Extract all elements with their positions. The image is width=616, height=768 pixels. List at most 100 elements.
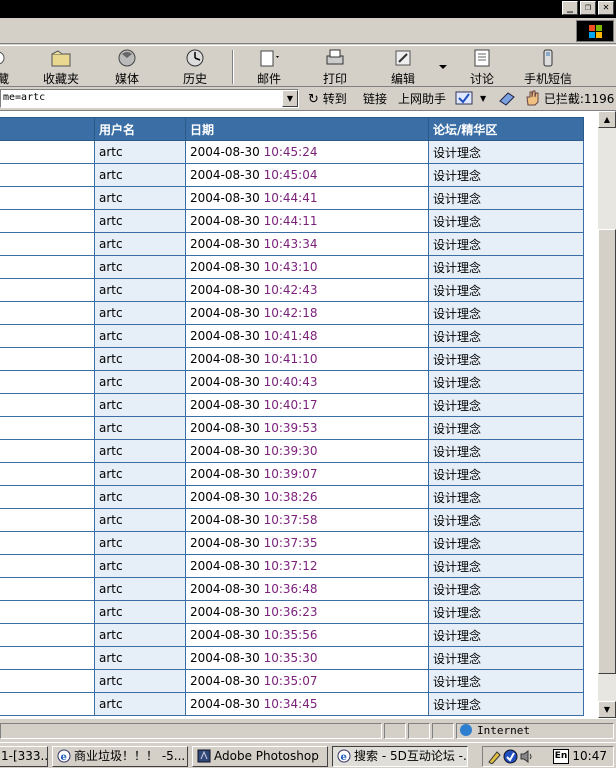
title-cell[interactable]	[0, 508, 95, 532]
time-part: 10:45:24	[263, 145, 318, 159]
column-header-user[interactable]: 用户名	[94, 117, 186, 141]
scroll-down-button[interactable]: ▼	[598, 701, 616, 718]
date-part: 2004-08-30	[190, 191, 260, 205]
title-cell[interactable]	[0, 485, 95, 509]
title-cell[interactable]	[0, 209, 95, 233]
forum-cell[interactable]: 设计理念	[428, 140, 584, 164]
toolbar-discuss-button[interactable]: 讨论	[468, 48, 496, 86]
tray-shield-icon[interactable]	[503, 749, 518, 764]
close-button[interactable]: ✕	[598, 1, 614, 15]
forum-cell[interactable]: 设计理念	[428, 232, 584, 256]
title-cell[interactable]	[0, 416, 95, 440]
forum-cell[interactable]: 设计理念	[428, 439, 584, 463]
forum-cell[interactable]: 设计理念	[428, 646, 584, 670]
toolbar-favorites-button[interactable]: 藏	[0, 48, 14, 86]
title-cell[interactable]	[0, 531, 95, 555]
forum-cell[interactable]: 设计理念	[428, 301, 584, 325]
title-cell[interactable]	[0, 232, 95, 256]
title-cell[interactable]	[0, 324, 95, 348]
forum-cell[interactable]: 设计理念	[428, 623, 584, 647]
title-cell[interactable]	[0, 600, 95, 624]
address-input[interactable]: me=artc ▼	[0, 89, 299, 108]
toolbar-edit-button[interactable]: 编辑	[388, 48, 418, 86]
toolbar-history-button[interactable]: 历史	[180, 48, 210, 86]
title-cell[interactable]	[0, 577, 95, 601]
forum-cell[interactable]: 设计理念	[428, 324, 584, 348]
toolbar-print-button[interactable]: 打印	[322, 48, 348, 86]
title-cell[interactable]	[0, 692, 95, 716]
title-cell[interactable]	[0, 163, 95, 187]
helper-button[interactable]: 上网助手	[398, 90, 446, 108]
taskbar-button[interactable]: e 商业垃圾！！！ -5...	[52, 746, 188, 767]
taskbar-button-active[interactable]: e 搜索 - 5D互动论坛 -...	[332, 746, 468, 767]
title-cell[interactable]	[0, 370, 95, 394]
table-row: artc 2004-08-30 10:45:24 设计理念	[0, 140, 584, 164]
forum-cell[interactable]: 设计理念	[428, 554, 584, 578]
forum-cell[interactable]: 设计理念	[428, 393, 584, 417]
title-cell[interactable]	[0, 623, 95, 647]
vertical-scrollbar[interactable]: ▲ ▼	[598, 111, 616, 718]
title-cell[interactable]	[0, 462, 95, 486]
links-button[interactable]: 链接	[363, 90, 387, 108]
forum-cell[interactable]: 设计理念	[428, 669, 584, 693]
column-header-title[interactable]	[0, 117, 95, 141]
column-header-date[interactable]: 日期	[185, 117, 429, 141]
scroll-thumb[interactable]	[598, 229, 616, 674]
title-cell[interactable]	[0, 186, 95, 210]
tray-pencil-icon[interactable]	[487, 749, 502, 765]
taskbar-button[interactable]: 1-[333...	[0, 746, 48, 767]
table-row: artc 2004-08-30 10:40:43 设计理念	[0, 370, 584, 394]
title-cell[interactable]	[0, 255, 95, 279]
user-cell: artc	[94, 577, 186, 601]
address-bar: me=artc ▼ ↻ 转到 链接 上网助手 ▼ 已拦截:1196	[0, 87, 616, 111]
forum-cell[interactable]: 设计理念	[428, 531, 584, 555]
forum-cell[interactable]: 设计理念	[428, 370, 584, 394]
go-button[interactable]: ↻ 转到	[308, 90, 347, 108]
restore-button[interactable]: ❐	[580, 1, 596, 15]
title-cell[interactable]	[0, 646, 95, 670]
forum-cell[interactable]: 设计理念	[428, 186, 584, 210]
scroll-up-button[interactable]: ▲	[598, 111, 616, 128]
date-cell: 2004-08-30 10:37:12	[185, 554, 429, 578]
column-header-forum[interactable]: 论坛/精华区	[428, 117, 584, 141]
helper-dropdown-arrow[interactable]: ▼	[480, 90, 486, 108]
title-cell[interactable]	[0, 278, 95, 302]
popup-blocker-button[interactable]: 已拦截:1196	[524, 90, 614, 108]
forum-cell[interactable]: 设计理念	[428, 462, 584, 486]
forum-cell[interactable]: 设计理念	[428, 347, 584, 371]
table-header-row: 用户名 日期 论坛/精华区	[0, 117, 584, 141]
title-cell[interactable]	[0, 347, 95, 371]
eraser-button[interactable]	[498, 90, 516, 108]
forum-cell[interactable]: 设计理念	[428, 416, 584, 440]
taskbar-button[interactable]: Adobe Photoshop	[192, 746, 328, 767]
date-part: 2004-08-30	[190, 421, 260, 435]
volume-icon[interactable]	[519, 749, 534, 764]
toolbar-media-button[interactable]: 媒体	[112, 48, 142, 86]
toolbar-sms-button[interactable]: 手机短信	[522, 48, 574, 86]
toolbar-mail-button[interactable]: 邮件	[252, 48, 286, 86]
title-cell[interactable]	[0, 439, 95, 463]
forum-cell[interactable]: 设计理念	[428, 255, 584, 279]
status-bar: Internet	[0, 718, 616, 742]
title-cell[interactable]	[0, 669, 95, 693]
forum-cell[interactable]: 设计理念	[428, 508, 584, 532]
helper-mail-button[interactable]	[455, 90, 473, 108]
language-indicator[interactable]: En	[553, 749, 569, 764]
address-dropdown-button[interactable]: ▼	[282, 90, 298, 107]
title-cell[interactable]	[0, 393, 95, 417]
title-bar: _ ❐ ✕	[0, 0, 616, 18]
forum-cell[interactable]: 设计理念	[428, 577, 584, 601]
forum-cell[interactable]: 设计理念	[428, 485, 584, 509]
forum-cell[interactable]: 设计理念	[428, 209, 584, 233]
title-cell[interactable]	[0, 140, 95, 164]
minimize-button[interactable]: _	[562, 1, 578, 15]
date-cell: 2004-08-30 10:36:48	[185, 577, 429, 601]
forum-cell[interactable]: 设计理念	[428, 600, 584, 624]
title-cell[interactable]	[0, 301, 95, 325]
toolbar-collections-button[interactable]: 收藏夹	[40, 48, 82, 86]
forum-cell[interactable]: 设计理念	[428, 692, 584, 716]
forum-cell[interactable]: 设计理念	[428, 278, 584, 302]
date-part: 2004-08-30	[190, 260, 260, 274]
forum-cell[interactable]: 设计理念	[428, 163, 584, 187]
title-cell[interactable]	[0, 554, 95, 578]
